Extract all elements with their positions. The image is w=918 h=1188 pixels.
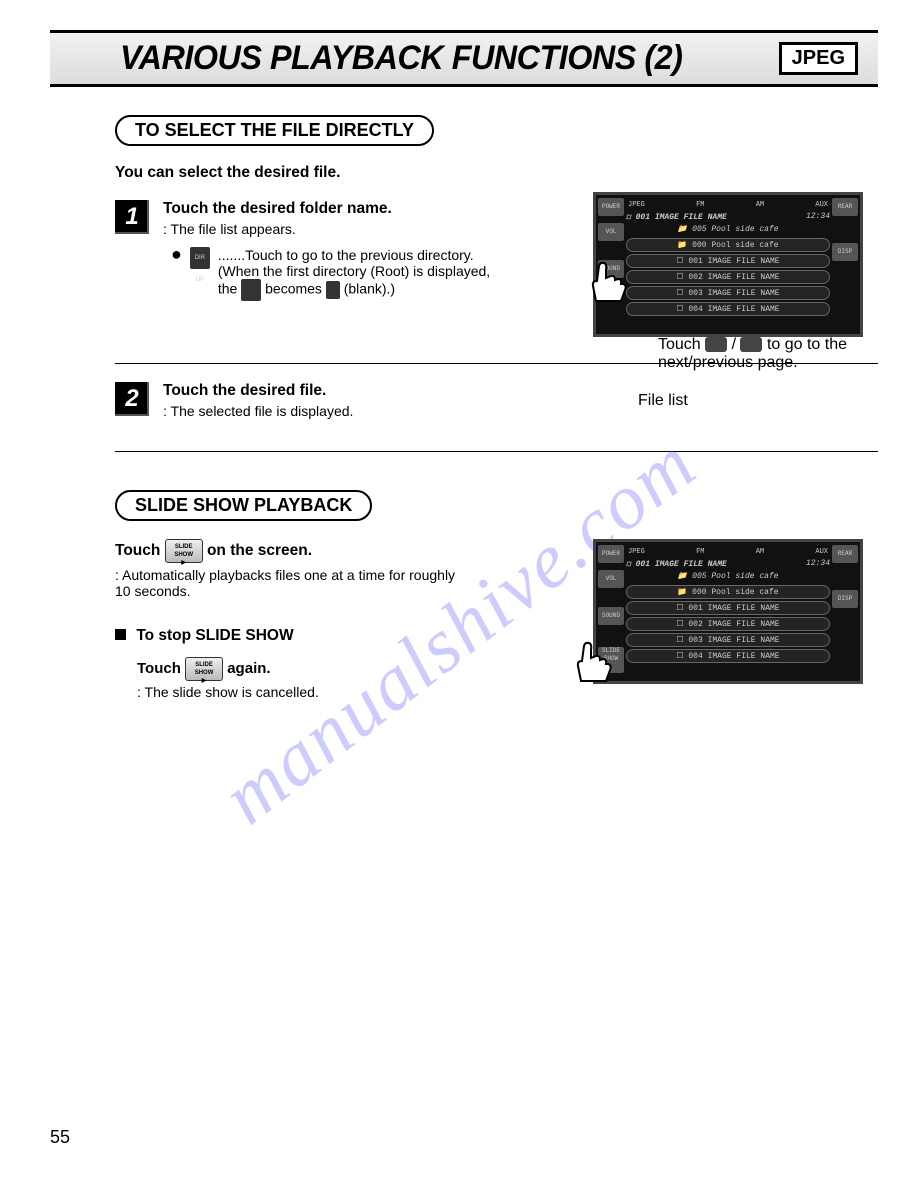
dir-up-icon: DIR UP <box>190 247 210 269</box>
divider <box>115 451 878 452</box>
screen-illustration: POWER VOL SOUND REAR DISP JPEG FM AM AUX… <box>593 192 863 337</box>
step-title: Touch the desired file. <box>163 382 878 400</box>
list-item: ☐ 004 IMAGE FILE NAME <box>626 302 830 316</box>
pointing-hand-icon <box>566 636 616 686</box>
step-1: 1 Touch the desired folder name. : The f… <box>115 200 554 301</box>
file-list-callout: File list <box>638 392 688 410</box>
square-bullet-icon <box>115 629 126 640</box>
step-desc: : The selected file is displayed. <box>163 403 878 419</box>
touch-arrow-callout: Touch / to go to the next/previous page. <box>658 336 888 372</box>
step-desc: : The file list appears. <box>163 221 554 237</box>
section-heading-slideshow: SLIDE SHOW PLAYBACK <box>115 490 372 521</box>
pointing-hand-icon <box>581 256 631 306</box>
screen-illustration: POWER VOL SOUND SLIDE SHOW REAR DISP JPE… <box>593 539 863 684</box>
slideshow-intro: Touch SLIDESHOW▶ on the screen. <box>115 539 554 563</box>
slideshow-desc: : Automatically playbacks files one at a… <box>115 567 554 599</box>
list-item: ☐ 003 IMAGE FILE NAME <box>626 286 830 300</box>
format-badge: JPEG <box>779 42 858 75</box>
down-arrow-icon <box>740 337 762 352</box>
blank-icon <box>326 281 340 299</box>
step-number: 1 <box>115 200 149 234</box>
list-item: ☐ 001 IMAGE FILE NAME <box>626 254 830 268</box>
up-arrow-icon <box>705 337 727 352</box>
list-item: ☐ 002 IMAGE FILE NAME <box>626 617 830 631</box>
list-item: ☐ 001 IMAGE FILE NAME <box>626 601 830 615</box>
step-2: 2 Touch the desired file. : The selected… <box>115 382 878 429</box>
page-header: VARIOUS PLAYBACK FUNCTIONS (2) JPEG <box>50 30 878 87</box>
step-title: Touch the desired folder name. <box>163 200 554 218</box>
stop-slideshow-heading: To stop SLIDE SHOW <box>115 627 554 645</box>
stop-slideshow-action: Touch SLIDESHOW▶ again. <box>137 657 554 681</box>
list-item: 📁 000 Pool side cafe <box>626 585 830 599</box>
page-number: 55 <box>50 1127 70 1148</box>
bullet-text: (When the first directory (Root) is disp… <box>218 263 490 279</box>
dir-up-icon <box>241 279 261 301</box>
bullet-text: the becomes (blank).) <box>218 279 490 301</box>
bullet-dot: ● <box>171 247 182 301</box>
list-item: ☐ 003 IMAGE FILE NAME <box>626 633 830 647</box>
list-item: ☐ 004 IMAGE FILE NAME <box>626 649 830 663</box>
bullet-text: .......Touch to go to the previous direc… <box>218 247 490 263</box>
section-heading-select-file: TO SELECT THE FILE DIRECTLY <box>115 115 434 146</box>
stop-slideshow-desc: : The slide show is cancelled. <box>137 684 554 700</box>
section-intro: You can select the desired file. <box>115 164 554 182</box>
list-item: 📁 000 Pool side cafe <box>626 238 830 252</box>
list-item: ☐ 002 IMAGE FILE NAME <box>626 270 830 284</box>
step-number: 2 <box>115 382 149 416</box>
page-title: VARIOUS PLAYBACK FUNCTIONS (2) <box>120 39 682 78</box>
slide-show-button-icon: SLIDESHOW▶ <box>185 657 223 681</box>
slide-show-button-icon: SLIDESHOW▶ <box>165 539 203 563</box>
